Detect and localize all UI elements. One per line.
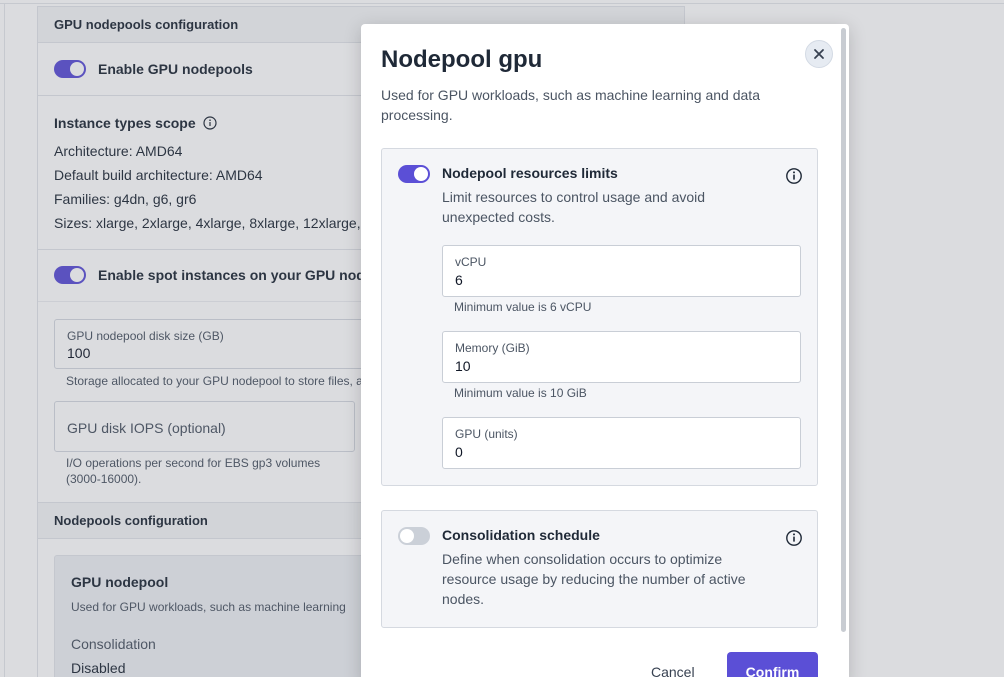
resources-limits-toggle[interactable] xyxy=(398,165,430,183)
cancel-button[interactable]: Cancel xyxy=(651,664,695,677)
vcpu-label: vCPU xyxy=(455,255,487,269)
gpu-units-label: GPU (units) xyxy=(455,427,518,441)
memory-value: 10 xyxy=(455,358,471,374)
info-icon[interactable] xyxy=(785,529,803,547)
modal-subtitle: Used for GPU workloads, such as machine … xyxy=(381,87,760,123)
consolidation-schedule-title: Consolidation schedule xyxy=(442,527,600,543)
confirm-button[interactable]: Confirm xyxy=(727,652,818,677)
close-icon xyxy=(814,49,824,59)
memory-hint: Minimum value is 10 GiB xyxy=(454,386,587,400)
resources-limits-title: Nodepool resources limits xyxy=(442,165,618,181)
memory-label: Memory (GiB) xyxy=(455,341,530,355)
vcpu-field[interactable]: vCPU 6 xyxy=(442,245,801,297)
gpu-units-field[interactable]: GPU (units) 0 xyxy=(442,417,801,469)
resources-limits-panel: Nodepool resources limits Limit resource… xyxy=(381,148,818,486)
consolidation-schedule-panel: Consolidation schedule Define when conso… xyxy=(381,510,818,628)
modal-scrollbar[interactable] xyxy=(841,28,846,632)
consolidation-schedule-desc: Define when consolidation occurs to opti… xyxy=(442,551,746,607)
resources-limits-desc: Limit resources to control usage and avo… xyxy=(442,189,706,225)
info-icon[interactable] xyxy=(785,167,803,185)
vcpu-value: 6 xyxy=(455,272,463,288)
memory-field[interactable]: Memory (GiB) 10 xyxy=(442,331,801,383)
gpu-units-value: 0 xyxy=(455,444,463,460)
close-button[interactable] xyxy=(805,40,833,68)
consolidation-schedule-toggle[interactable] xyxy=(398,527,430,545)
nodepool-modal: Nodepool gpu Used for GPU workloads, suc… xyxy=(361,24,849,677)
modal-title: Nodepool gpu xyxy=(381,46,543,73)
vcpu-hint: Minimum value is 6 vCPU xyxy=(454,300,592,314)
